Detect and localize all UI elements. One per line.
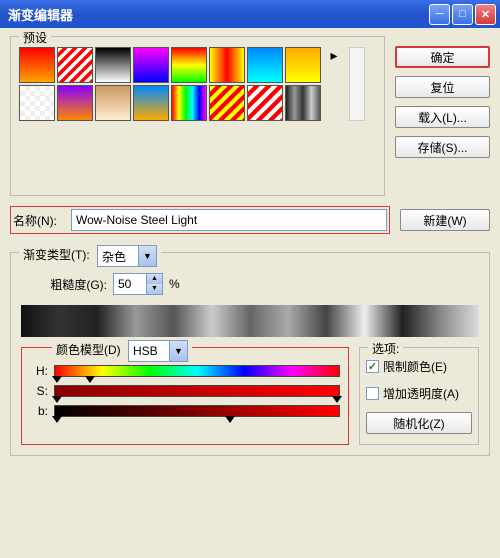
- spinner-up-icon[interactable]: ▲: [146, 274, 162, 284]
- checkbox-icon: [366, 387, 379, 400]
- hue-slider[interactable]: [54, 365, 340, 377]
- presets-label: 预设: [19, 29, 51, 46]
- type-label: 渐变类型(T):: [23, 248, 90, 262]
- close-button[interactable]: ✕: [475, 4, 496, 25]
- options-label: 选项:: [368, 340, 403, 357]
- preset-menu-arrow[interactable]: ▸: [327, 47, 341, 64]
- hue-label: H:: [30, 364, 48, 378]
- name-row: 名称(N): 新建(W): [10, 206, 490, 234]
- preset-scrollbar[interactable]: [349, 47, 365, 121]
- name-label: 名称(N):: [13, 212, 63, 229]
- presets-fieldset: 预设: [10, 36, 385, 196]
- preset-swatch[interactable]: [247, 47, 283, 83]
- roughness-input[interactable]: 50 ▲▼: [113, 273, 163, 295]
- chevron-down-icon: ▼: [169, 341, 187, 361]
- preset-swatch[interactable]: [19, 85, 55, 121]
- preset-swatch[interactable]: [133, 47, 169, 83]
- preset-swatch[interactable]: [95, 47, 131, 83]
- preset-swatch[interactable]: [19, 47, 55, 83]
- bri-label: b:: [30, 404, 48, 418]
- randomize-button[interactable]: 随机化(Z): [366, 412, 472, 434]
- percent-label: %: [169, 277, 180, 291]
- save-button[interactable]: 存储(S)...: [395, 136, 490, 158]
- preset-swatch[interactable]: [95, 85, 131, 121]
- reset-button[interactable]: 复位: [395, 76, 490, 98]
- preset-swatch[interactable]: [57, 85, 93, 121]
- maximize-button[interactable]: □: [452, 4, 473, 25]
- transparency-checkbox[interactable]: 增加透明度(A): [366, 385, 472, 402]
- gradient-preview: [21, 305, 479, 337]
- load-button[interactable]: 载入(L)...: [395, 106, 490, 128]
- preset-swatch[interactable]: [285, 85, 321, 121]
- window-title: 渐变编辑器: [4, 5, 427, 24]
- colormodel-label: 颜色模型(D): [56, 343, 121, 357]
- roughness-label: 粗糙度(G):: [21, 276, 107, 293]
- chevron-down-icon: ▼: [138, 246, 156, 266]
- checkbox-icon: ✓: [366, 360, 379, 373]
- options-fieldset: 选项: ✓ 限制颜色(E) 增加透明度(A) 随机化(Z): [359, 347, 479, 445]
- name-input[interactable]: [71, 209, 387, 231]
- spinner-down-icon[interactable]: ▼: [146, 284, 162, 294]
- sat-label: S:: [30, 384, 48, 398]
- color-model-fieldset: 颜色模型(D) HSB▼ H: S: b:: [21, 347, 349, 445]
- preset-swatch[interactable]: [209, 47, 245, 83]
- brightness-slider[interactable]: [54, 405, 340, 417]
- gradient-type-fieldset: 渐变类型(T): 杂色▼ 粗糙度(G): 50 ▲▼ % 颜色模型(D) HSB…: [10, 252, 490, 456]
- ok-button[interactable]: 确定: [395, 46, 490, 68]
- preset-grid: [19, 47, 321, 121]
- preset-swatch[interactable]: [171, 47, 207, 83]
- preset-swatch[interactable]: [209, 85, 245, 121]
- preset-swatch[interactable]: [57, 47, 93, 83]
- saturation-slider[interactable]: [54, 385, 340, 397]
- content: 预设: [0, 28, 500, 464]
- titlebar: 渐变编辑器 ─ □ ✕: [0, 0, 500, 28]
- restrict-colors-checkbox[interactable]: ✓ 限制颜色(E): [366, 358, 472, 375]
- colormodel-select[interactable]: HSB▼: [128, 340, 188, 362]
- new-button[interactable]: 新建(W): [400, 209, 490, 231]
- preset-swatch[interactable]: [133, 85, 169, 121]
- preset-swatch[interactable]: [171, 85, 207, 121]
- type-select[interactable]: 杂色▼: [97, 245, 157, 267]
- preset-swatch[interactable]: [285, 47, 321, 83]
- preset-swatch[interactable]: [247, 85, 283, 121]
- minimize-button[interactable]: ─: [429, 4, 450, 25]
